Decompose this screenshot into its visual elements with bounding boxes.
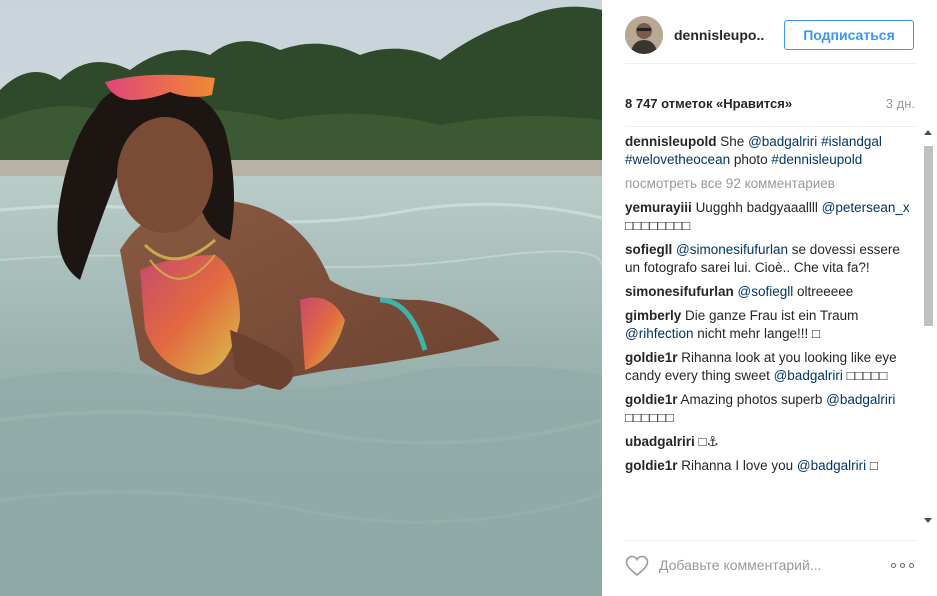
comment-text: Die ganze Frau ist ein Traum [685,308,859,323]
avatar[interactable] [625,16,663,54]
comment-text: □ [866,458,878,473]
more-options-icon[interactable] [891,557,917,573]
scroll-up-arrow-icon[interactable] [924,130,932,135]
mention-link[interactable]: #welovetheocean [625,152,730,167]
caption: dennisleupold She @badgalriri #islandgal… [625,133,917,169]
mention-link[interactable]: @petersean_x [822,200,910,215]
post-photo-image [0,0,602,596]
mention-link[interactable]: @simonesifufurlan [676,242,788,257]
comment-author[interactable]: yemurayiii [625,200,692,215]
comment-item: goldie1r Amazing photos superb @badgalri… [625,391,917,427]
post-time[interactable]: 3 дн. [886,96,915,111]
mention-link[interactable]: @sofiegll [738,284,794,299]
divider [625,126,917,127]
comment-author[interactable]: sofiegll [625,242,672,257]
comment-author[interactable]: goldie1r [625,392,678,407]
avatar-image [625,16,663,54]
heart-icon[interactable] [625,555,649,577]
comment-input[interactable] [659,553,879,577]
comment-item: ubadgalriri □⚓ [625,433,917,451]
post-header: dennisleupo.. Подписаться [625,16,917,64]
comment-text: photo [730,152,772,167]
comment-item: gimberly Die ganze Frau ist ein Traum @r… [625,307,917,343]
mention-link[interactable]: @badgalriri [797,458,866,473]
comment-item: goldie1r Rihanna I love you @badgalriri … [625,457,917,475]
comment-item: goldie1r Rihanna look at you looking lik… [625,349,917,385]
comment-text: nicht mehr lange!!! □ [693,326,821,341]
comment-text: She [720,134,749,149]
comment-author[interactable]: goldie1r [625,350,678,365]
more-dot [900,563,905,568]
comment-text: Amazing photos superb [680,392,827,407]
comment-item: yemurayiii Uugghh badgyaaallll @petersea… [625,199,917,235]
mention-link[interactable]: #dennisleupold [771,152,862,167]
caption-author[interactable]: dennisleupold [625,134,717,149]
mention-link[interactable]: #islandgal [821,134,882,149]
scroll-down-arrow-icon[interactable] [924,518,932,523]
comment-text: Rihanna I love you [681,458,797,473]
more-dot [909,563,914,568]
comment-author[interactable]: gimberly [625,308,681,323]
mention-link[interactable]: @badgalriri [774,368,843,383]
comment-text: □□□□□□ [625,410,674,425]
view-all-comments-link[interactable]: посмотреть все 92 комментариев [625,175,917,193]
more-dot [891,563,896,568]
likes-count[interactable]: 8 747 отметок «Нравится» [625,96,792,111]
comment-text: oltreeeee [793,284,854,299]
comment-text: □⚓ [698,434,719,449]
post-footer [625,540,917,588]
scroll-thumb[interactable] [924,146,933,326]
likes-row: 8 747 отметок «Нравится» 3 дн. [625,96,917,114]
comment-text: □□□□□□□□ [625,218,691,233]
username[interactable]: dennisleupo.. [674,27,764,43]
comment-author[interactable]: simonesifufurlan [625,284,734,299]
comment-text: Uugghh badgyaaallll [695,200,822,215]
mention-link[interactable]: @badgalriri [748,134,817,149]
comment-author[interactable]: ubadgalriri [625,434,695,449]
mention-link[interactable]: @badgalriri [826,392,895,407]
comment-author[interactable]: goldie1r [625,458,678,473]
post-photo[interactable] [0,0,602,596]
comment-item: simonesifufurlan @sofiegll oltreeeee [625,283,917,301]
comment-item: sofiegll @simonesifufurlan se dovessi es… [625,241,917,277]
comment-text: □□□□□ [842,368,888,383]
follow-button[interactable]: Подписаться [784,20,914,50]
comments-list[interactable]: dennisleupold She @badgalriri #islandgal… [625,133,917,528]
comments-scrollbar[interactable] [920,128,937,528]
mention-link[interactable]: @rihfection [625,326,693,341]
